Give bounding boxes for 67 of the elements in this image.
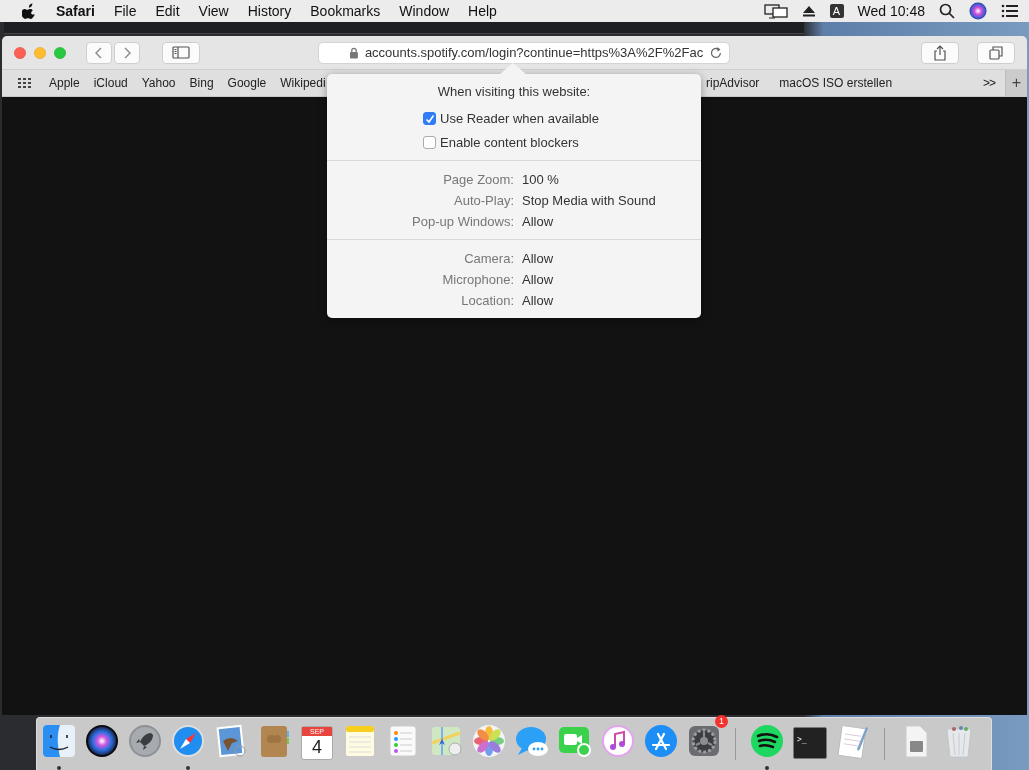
bookmark-link[interactable]: Wikipedi: [280, 76, 326, 90]
close-button[interactable]: [14, 46, 26, 59]
compass-icon[interactable]: [170, 722, 206, 759]
setting-value[interactable]: Allow: [522, 251, 701, 266]
rocket-icon[interactable]: [127, 722, 163, 759]
bookmark-link[interactable]: ripAdvisor: [706, 76, 760, 90]
menu-icon[interactable]: [1001, 4, 1019, 18]
setting-label: Auto-Play:: [453, 193, 514, 208]
lock-icon: [349, 46, 359, 59]
checkbox[interactable]: [423, 136, 436, 149]
face-icon[interactable]: [41, 722, 77, 759]
terminal-icon[interactable]: >_: [793, 726, 827, 759]
setting-label: Pop-up Windows:: [411, 214, 514, 229]
setting-label: Microphone:: [441, 272, 514, 287]
setting-value[interactable]: Allow: [522, 214, 701, 229]
checkbox-option[interactable]: Use Reader when available: [423, 111, 701, 126]
menu-item[interactable]: Bookmarks: [310, 3, 381, 19]
zoom-button[interactable]: [54, 46, 66, 59]
menu-item[interactable]: Window: [399, 3, 450, 19]
share-icon[interactable]: [933, 44, 947, 61]
setting-value[interactable]: Allow: [522, 293, 701, 308]
popover-heading: When visiting this website:: [436, 84, 592, 99]
overflow-button[interactable]: >>: [983, 76, 995, 90]
bookmark-link[interactable]: Google: [227, 76, 267, 90]
bookmark-link[interactable]: Apple: [49, 76, 80, 90]
add-button[interactable]: +: [1005, 70, 1027, 96]
eject-icon[interactable]: [801, 4, 816, 18]
menu-item[interactable]: File: [113, 3, 137, 19]
search-icon[interactable]: [939, 3, 955, 19]
bookmark-link[interactable]: Bing: [189, 76, 214, 90]
setting-value[interactable]: Stop Media with Sound: [522, 193, 701, 208]
setting-label: Location:: [460, 293, 514, 308]
setting-label: Page Zoom:: [442, 172, 514, 187]
setting-value[interactable]: Allow: [522, 272, 701, 287]
bookmark-link[interactable]: Yahoo: [141, 76, 176, 90]
chevron-left-icon[interactable]: [94, 45, 104, 60]
clock[interactable]: Wed 10:48: [857, 3, 925, 19]
menu-item[interactable]: History: [247, 3, 292, 19]
sound-waves-icon[interactable]: [749, 722, 785, 759]
bookmark-link[interactable]: macOS ISO erstellen: [779, 76, 893, 90]
setting-label: Camera:: [463, 251, 514, 266]
input-source-menu[interactable]: A: [829, 4, 844, 18]
setting-value[interactable]: 100 %: [522, 172, 701, 187]
menu-item[interactable]: Help: [468, 3, 497, 19]
displays-icon[interactable]: [763, 3, 788, 19]
grid-icon[interactable]: [17, 77, 33, 89]
chevron-right-icon[interactable]: [122, 45, 132, 60]
sidebar-button[interactable]: [162, 41, 200, 64]
music-note-icon[interactable]: [600, 722, 636, 759]
flower-icon[interactable]: [471, 722, 507, 759]
apple-icon[interactable]: [22, 3, 36, 19]
tabs-button[interactable]: [977, 41, 1015, 64]
document-pen-icon[interactable]: [835, 722, 871, 759]
sidebar-icon[interactable]: [172, 46, 190, 59]
overlapping-squares-icon[interactable]: [989, 45, 1003, 60]
back-button[interactable]: [86, 41, 112, 64]
app-store-icon[interactable]: [643, 722, 679, 759]
orb-icon[interactable]: [969, 2, 987, 20]
menu-item[interactable]: Edit: [155, 3, 180, 19]
menu-item[interactable]: View: [198, 3, 229, 19]
address-field[interactable]: accounts.spotify.com/login?continue=https%3A%2F%2Fac: [318, 41, 730, 64]
reload-icon[interactable]: [709, 45, 723, 60]
orb-icon[interactable]: [84, 722, 120, 759]
bookmark-link[interactable]: iCloud: [93, 76, 128, 90]
checkbox[interactable]: [423, 112, 436, 125]
checkbox-option[interactable]: Enable content blockers: [423, 135, 701, 150]
app-menu[interactable]: Safari: [56, 3, 95, 19]
